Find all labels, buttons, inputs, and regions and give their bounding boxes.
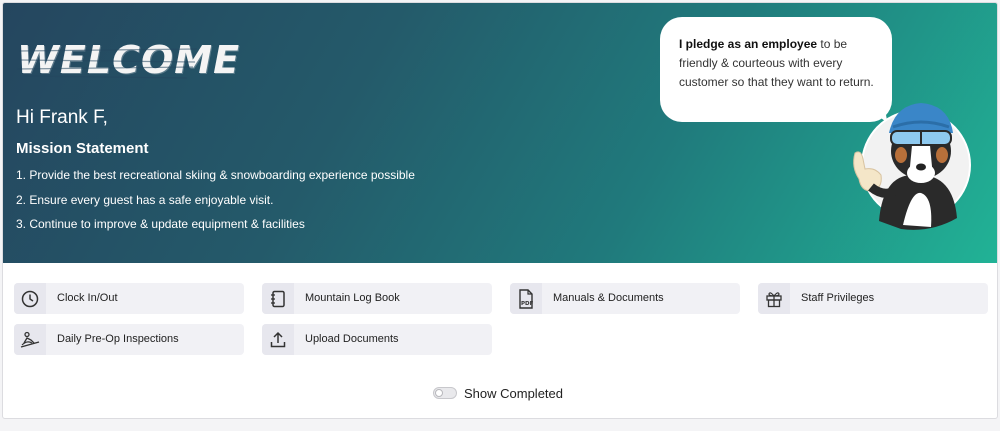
mission-item: 1. Provide the best recreational skiing … [16, 168, 415, 182]
dog-mascot-icon [853, 103, 971, 230]
daily-pre-op-inspections-button[interactable]: Daily Pre-Op Inspections [14, 324, 244, 355]
pdf-icon: PDF [510, 283, 542, 314]
toggle-knob [435, 389, 443, 397]
upload-documents-button[interactable]: Upload Documents [262, 324, 492, 355]
tile-label: Daily Pre-Op Inspections [57, 333, 179, 345]
notebook-icon [262, 283, 294, 314]
mission-statement-title: Mission Statement [16, 140, 149, 157]
tile-label: Mountain Log Book [305, 292, 400, 304]
tile-label: Staff Privileges [801, 292, 875, 304]
welcome-banner: WELCOME Hi Frank F, Mission Statement 1.… [3, 3, 997, 263]
mountain-log-book-button[interactable]: Mountain Log Book [262, 283, 492, 314]
show-completed-row: Show Completed [433, 383, 563, 403]
staff-privileges-button[interactable]: Staff Privileges [758, 283, 988, 314]
dashboard-card: WELCOME Hi Frank F, Mission Statement 1.… [2, 2, 998, 419]
clock-in-out-button[interactable]: Clock In/Out [14, 283, 244, 314]
upload-icon [262, 324, 294, 355]
tile-label: Clock In/Out [57, 292, 118, 304]
manuals-documents-button[interactable]: PDF Manuals & Documents [510, 283, 740, 314]
show-completed-label[interactable]: Show Completed [464, 386, 563, 401]
clock-icon [14, 283, 46, 314]
show-completed-toggle[interactable] [433, 387, 457, 399]
mission-item: 3. Continue to improve & update equipmen… [16, 217, 305, 231]
mission-list: 1. Provide the best recreational skiing … [16, 167, 415, 241]
gift-icon [758, 283, 790, 314]
tile-label: Manuals & Documents [553, 292, 664, 304]
brush-texture [17, 48, 198, 79]
tile-label: Upload Documents [305, 333, 399, 345]
svg-text:PDF: PDF [521, 301, 534, 307]
ski-lift-icon [14, 324, 46, 355]
welcome-logo: WELCOME [17, 33, 239, 87]
mission-item: 2. Ensure every guest has a safe enjoyab… [16, 192, 274, 207]
greeting: Hi Frank F, [16, 107, 108, 128]
pledge-bold-text: I pledge as an employee [679, 37, 818, 51]
